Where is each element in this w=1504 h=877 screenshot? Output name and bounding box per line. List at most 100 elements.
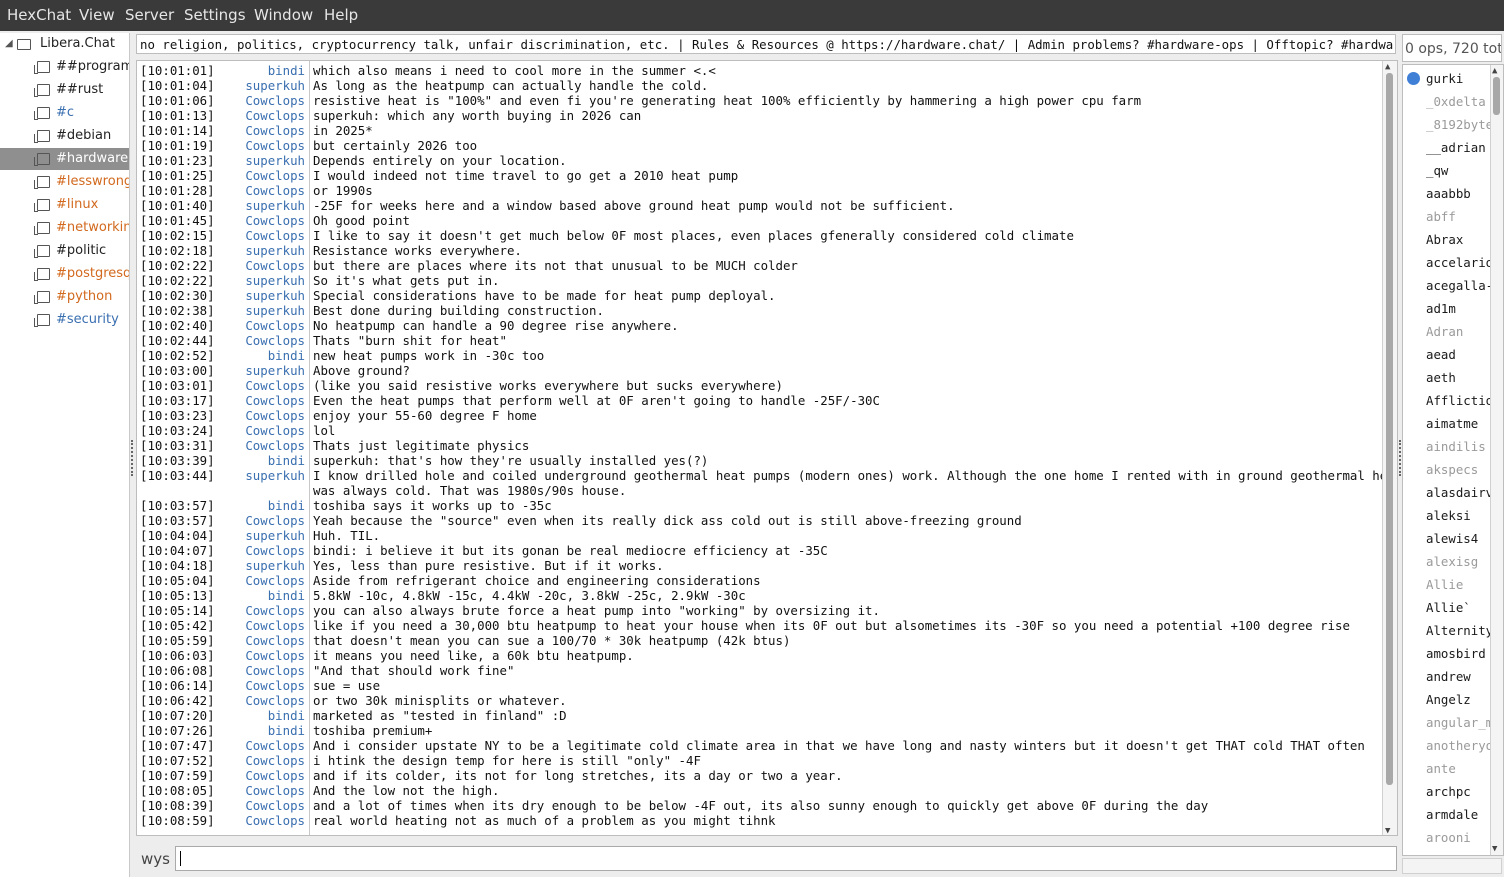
tree-network-libera[interactable]: ◢ Libera.Chat — [0, 33, 129, 55]
message-nick[interactable]: Cowclops — [197, 513, 305, 528]
user-item[interactable]: aaabbb — [1426, 182, 1490, 205]
channel-item[interactable]: #c — [0, 102, 129, 124]
message-nick[interactable]: Cowclops — [197, 813, 305, 828]
channel-item[interactable]: ##rust — [0, 79, 129, 101]
menu-window[interactable]: Window — [254, 6, 313, 24]
message-nick[interactable]: Cowclops — [197, 228, 305, 243]
message-nick[interactable]: Cowclops — [197, 573, 305, 588]
message-nick[interactable]: Cowclops — [197, 738, 305, 753]
message-nick[interactable]: Cowclops — [197, 408, 305, 423]
channel-item[interactable]: #python — [0, 286, 129, 308]
message-nick[interactable]: superkuh — [197, 153, 305, 168]
userlist-scroll-down-icon[interactable]: ▼ — [1492, 844, 1497, 854]
message-nick[interactable]: Cowclops — [197, 768, 305, 783]
menu-hexchat[interactable]: HexChat — [7, 6, 71, 24]
scroll-down-icon[interactable]: ▼ — [1385, 826, 1390, 835]
user-item[interactable]: Angelz — [1426, 688, 1490, 711]
chat-scroll-thumb[interactable] — [1386, 73, 1393, 785]
userlist-hscrollbar[interactable] — [1402, 858, 1502, 874]
message-nick[interactable]: Cowclops — [197, 753, 305, 768]
user-item[interactable]: _8192bytes — [1426, 113, 1490, 136]
user-item[interactable]: aleksi — [1426, 504, 1490, 527]
user-item[interactable]: Alternity — [1426, 619, 1490, 642]
topic-bar[interactable]: no religion, politics, cryptocurrency ta… — [136, 34, 1396, 54]
user-item[interactable]: Allie` — [1426, 596, 1490, 619]
channel-item[interactable]: #networking — [0, 217, 129, 239]
user-item[interactable]: Adran — [1426, 320, 1490, 343]
message-nick[interactable]: Cowclops — [197, 168, 305, 183]
message-nick[interactable]: superkuh — [197, 78, 305, 93]
user-list[interactable]: gurki_0xdelta_8192bytes__adrian_qwaaabbb… — [1402, 64, 1504, 856]
user-item[interactable]: Affliction — [1426, 389, 1490, 412]
user-item[interactable]: andrew — [1426, 665, 1490, 688]
channel-item[interactable]: ##programming — [0, 56, 129, 78]
message-nick[interactable]: bindi — [197, 498, 305, 513]
chat-log[interactable]: [10:01:01] bindi which also means i need t… — [136, 60, 1398, 836]
user-item[interactable]: __adrian — [1426, 136, 1490, 159]
chat-scrollbar[interactable]: ▲ ▼ — [1382, 61, 1397, 835]
message-nick[interactable]: superkuh — [197, 468, 305, 483]
message-nick[interactable]: superkuh — [197, 243, 305, 258]
message-nick[interactable]: Cowclops — [197, 438, 305, 453]
userlist-scrollbar[interactable]: ▲ ▼ — [1490, 65, 1503, 855]
menu-view[interactable]: View — [79, 6, 115, 24]
message-nick[interactable]: Cowclops — [197, 603, 305, 618]
message-nick[interactable]: Cowclops — [197, 108, 305, 123]
user-item[interactable]: gurki — [1426, 67, 1490, 90]
user-item[interactable]: arooni — [1426, 826, 1490, 849]
left-pane-grip[interactable] — [131, 440, 137, 476]
menu-help[interactable]: Help — [324, 6, 358, 24]
message-nick[interactable]: bindi — [197, 348, 305, 363]
message-nick[interactable]: Cowclops — [197, 543, 305, 558]
message-nick[interactable]: Cowclops — [197, 123, 305, 138]
scroll-up-icon[interactable]: ▲ — [1385, 62, 1390, 72]
user-item[interactable]: _0xdelta — [1426, 90, 1490, 113]
userlist-scroll-up-icon[interactable]: ▲ — [1492, 66, 1497, 76]
message-nick[interactable]: superkuh — [197, 198, 305, 213]
message-nick[interactable]: superkuh — [197, 273, 305, 288]
user-item[interactable]: alewis4 — [1426, 527, 1490, 550]
user-item[interactable]: abff — [1426, 205, 1490, 228]
message-nick[interactable]: Cowclops — [197, 318, 305, 333]
expander-icon[interactable]: ◢ — [5, 33, 13, 55]
userlist-scroll-thumb[interactable] — [1493, 77, 1500, 115]
message-nick[interactable]: superkuh — [197, 288, 305, 303]
channel-item[interactable]: #debian — [0, 125, 129, 147]
user-item[interactable]: aindilis — [1426, 435, 1490, 458]
message-nick[interactable]: superkuh — [197, 303, 305, 318]
message-nick[interactable]: Cowclops — [197, 783, 305, 798]
user-item[interactable]: aimatme — [1426, 412, 1490, 435]
message-nick[interactable]: Cowclops — [197, 333, 305, 348]
message-nick[interactable]: superkuh — [197, 363, 305, 378]
message-nick[interactable]: Cowclops — [197, 678, 305, 693]
message-nick[interactable]: Cowclops — [197, 618, 305, 633]
user-item[interactable]: aead — [1426, 343, 1490, 366]
user-item[interactable]: Abrax — [1426, 228, 1490, 251]
user-item[interactable]: Allie — [1426, 573, 1490, 596]
channel-item[interactable]: #postgresql — [0, 263, 129, 285]
user-item[interactable]: _qw — [1426, 159, 1490, 182]
user-item[interactable]: akspecs — [1426, 458, 1490, 481]
message-nick[interactable]: Cowclops — [197, 648, 305, 663]
user-item[interactable]: alexisg — [1426, 550, 1490, 573]
channel-item[interactable]: #hardware — [0, 148, 129, 170]
nick-button[interactable]: wys — [141, 850, 170, 868]
user-item[interactable]: amosbird — [1426, 642, 1490, 665]
channel-item[interactable]: #security — [0, 309, 129, 331]
message-nick[interactable]: bindi — [197, 588, 305, 603]
channel-item[interactable]: #linux — [0, 194, 129, 216]
user-item[interactable]: ante — [1426, 757, 1490, 780]
message-nick[interactable]: bindi — [197, 723, 305, 738]
user-item[interactable]: armdale — [1426, 803, 1490, 826]
user-item[interactable]: alasdairv — [1426, 481, 1490, 504]
channel-item[interactable]: #lesswrong — [0, 171, 129, 193]
user-item[interactable]: anotheryou — [1426, 734, 1490, 757]
message-input[interactable] — [175, 846, 1397, 871]
menu-server[interactable]: Server — [125, 6, 174, 24]
channel-item[interactable]: #politic — [0, 240, 129, 262]
message-nick[interactable]: Cowclops — [197, 93, 305, 108]
user-item[interactable]: angular_mike — [1426, 711, 1490, 734]
user-item[interactable]: accelarion — [1426, 251, 1490, 274]
message-nick[interactable]: Cowclops — [197, 138, 305, 153]
message-nick[interactable]: Cowclops — [197, 393, 305, 408]
